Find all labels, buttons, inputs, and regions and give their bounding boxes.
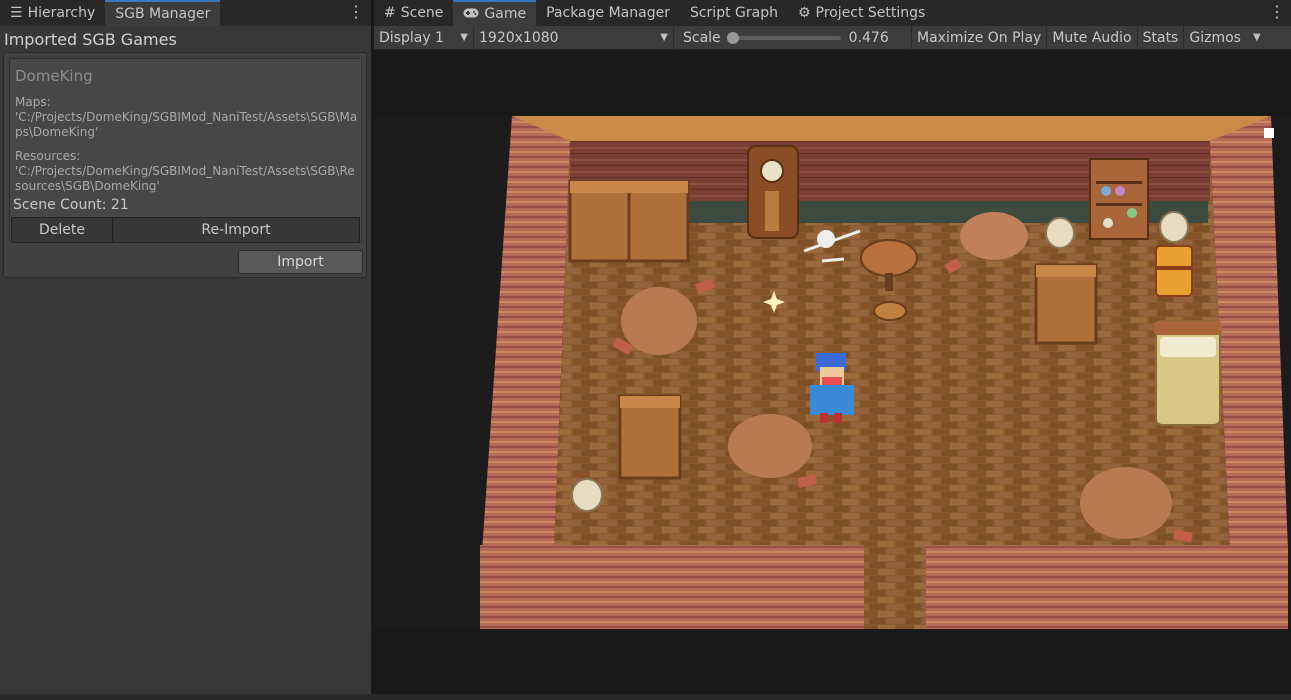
gamepad-icon bbox=[463, 2, 479, 26]
resources-path: 'C:/Projects/DomeKing/SGBIMod_NaniTest/A… bbox=[15, 164, 355, 193]
more-options-icon[interactable]: ⋮ bbox=[1267, 0, 1287, 26]
tab-project-settings[interactable]: ⚙ Project Settings bbox=[788, 0, 935, 26]
game-toolbar: Display 1 ▼ 1920x1080 ▼ Scale 0.476 Maxi… bbox=[374, 25, 1291, 50]
treasure-chest bbox=[1155, 245, 1193, 297]
maximize-on-play-toggle[interactable]: Maximize On Play bbox=[912, 25, 1048, 50]
more-options-icon[interactable]: ⋮ bbox=[346, 0, 366, 26]
dropdown-arrow-icon: ▼ bbox=[1252, 32, 1261, 43]
delete-button[interactable]: Delete bbox=[12, 218, 112, 242]
maps-path: 'C:/Projects/DomeKing/SGBIMod_NaniTest/A… bbox=[15, 110, 358, 139]
scale-slider[interactable] bbox=[726, 31, 841, 44]
crate-front bbox=[618, 394, 682, 480]
grid-icon: # bbox=[384, 5, 396, 21]
game-actions: Delete Re-Import bbox=[11, 217, 360, 243]
stats-toggle[interactable]: Stats bbox=[1138, 25, 1185, 50]
doorway bbox=[864, 545, 926, 629]
panel-heading: Imported SGB Games bbox=[4, 30, 177, 49]
scale-label: Scale bbox=[683, 29, 721, 46]
game-card: DomeKing Maps: 'C:/Projects/DomeKing/SGB… bbox=[3, 52, 367, 278]
import-button[interactable]: Import bbox=[238, 250, 363, 274]
game-viewport[interactable] bbox=[374, 51, 1291, 694]
resources-label: Resources: bbox=[15, 149, 81, 163]
dropdown-arrow-icon: ▼ bbox=[460, 32, 468, 43]
mute-audio-toggle[interactable]: Mute Audio bbox=[1047, 25, 1138, 50]
scale-control: Scale 0.476 bbox=[674, 25, 912, 50]
scale-value: 0.476 bbox=[848, 29, 889, 46]
scale-slider-thumb[interactable] bbox=[726, 31, 739, 44]
gizmos-toggle[interactable]: Gizmos ▼ bbox=[1184, 26, 1265, 50]
front-wall-right bbox=[926, 545, 1288, 629]
top-wall-rim bbox=[512, 116, 1271, 141]
scene-count: Scene Count: 21 bbox=[13, 197, 129, 213]
dropdown-arrow-icon: ▼ bbox=[660, 32, 668, 43]
game-info-box: DomeKing Maps: 'C:/Projects/DomeKing/SGB… bbox=[9, 58, 362, 242]
left-tab-bar: ☰ Hierarchy SGB Manager bbox=[0, 0, 371, 26]
tab-sgb-manager[interactable]: SGB Manager bbox=[105, 0, 221, 26]
front-wall-left bbox=[480, 545, 864, 629]
tab-game[interactable]: Game bbox=[453, 0, 537, 26]
white-marker bbox=[1264, 128, 1274, 138]
crate-right bbox=[1034, 263, 1098, 345]
tab-package-manager[interactable]: Package Manager bbox=[536, 0, 680, 26]
display-dropdown[interactable]: Display 1 ▼ bbox=[374, 25, 474, 50]
game-scene-render bbox=[374, 116, 1291, 630]
reimport-button[interactable]: Re-Import bbox=[112, 218, 359, 242]
gear-icon: ⚙ bbox=[797, 5, 811, 21]
list-icon: ☰ bbox=[10, 5, 23, 21]
bed bbox=[1154, 320, 1222, 426]
crate-large bbox=[568, 179, 690, 263]
potion-shelf bbox=[1089, 158, 1149, 240]
tab-scene[interactable]: # Scene bbox=[374, 0, 453, 26]
maps-label: Maps: bbox=[15, 95, 51, 109]
bottom-status-strip bbox=[0, 694, 1291, 700]
resolution-dropdown[interactable]: 1920x1080 ▼ bbox=[474, 25, 674, 50]
tab-hierarchy[interactable]: ☰ Hierarchy bbox=[0, 0, 105, 26]
sgb-manager-panel: ☰ Hierarchy SGB Manager ⋮ Imported SGB Ga… bbox=[0, 0, 371, 694]
grandfather-clock bbox=[747, 145, 799, 239]
game-title: DomeKing bbox=[15, 67, 93, 85]
game-panel: # Scene Game Package Manager Script Graph… bbox=[374, 0, 1291, 694]
right-tab-bar: # Scene Game Package Manager Script Graph… bbox=[374, 0, 1291, 26]
tab-script-graph[interactable]: Script Graph bbox=[680, 0, 788, 26]
